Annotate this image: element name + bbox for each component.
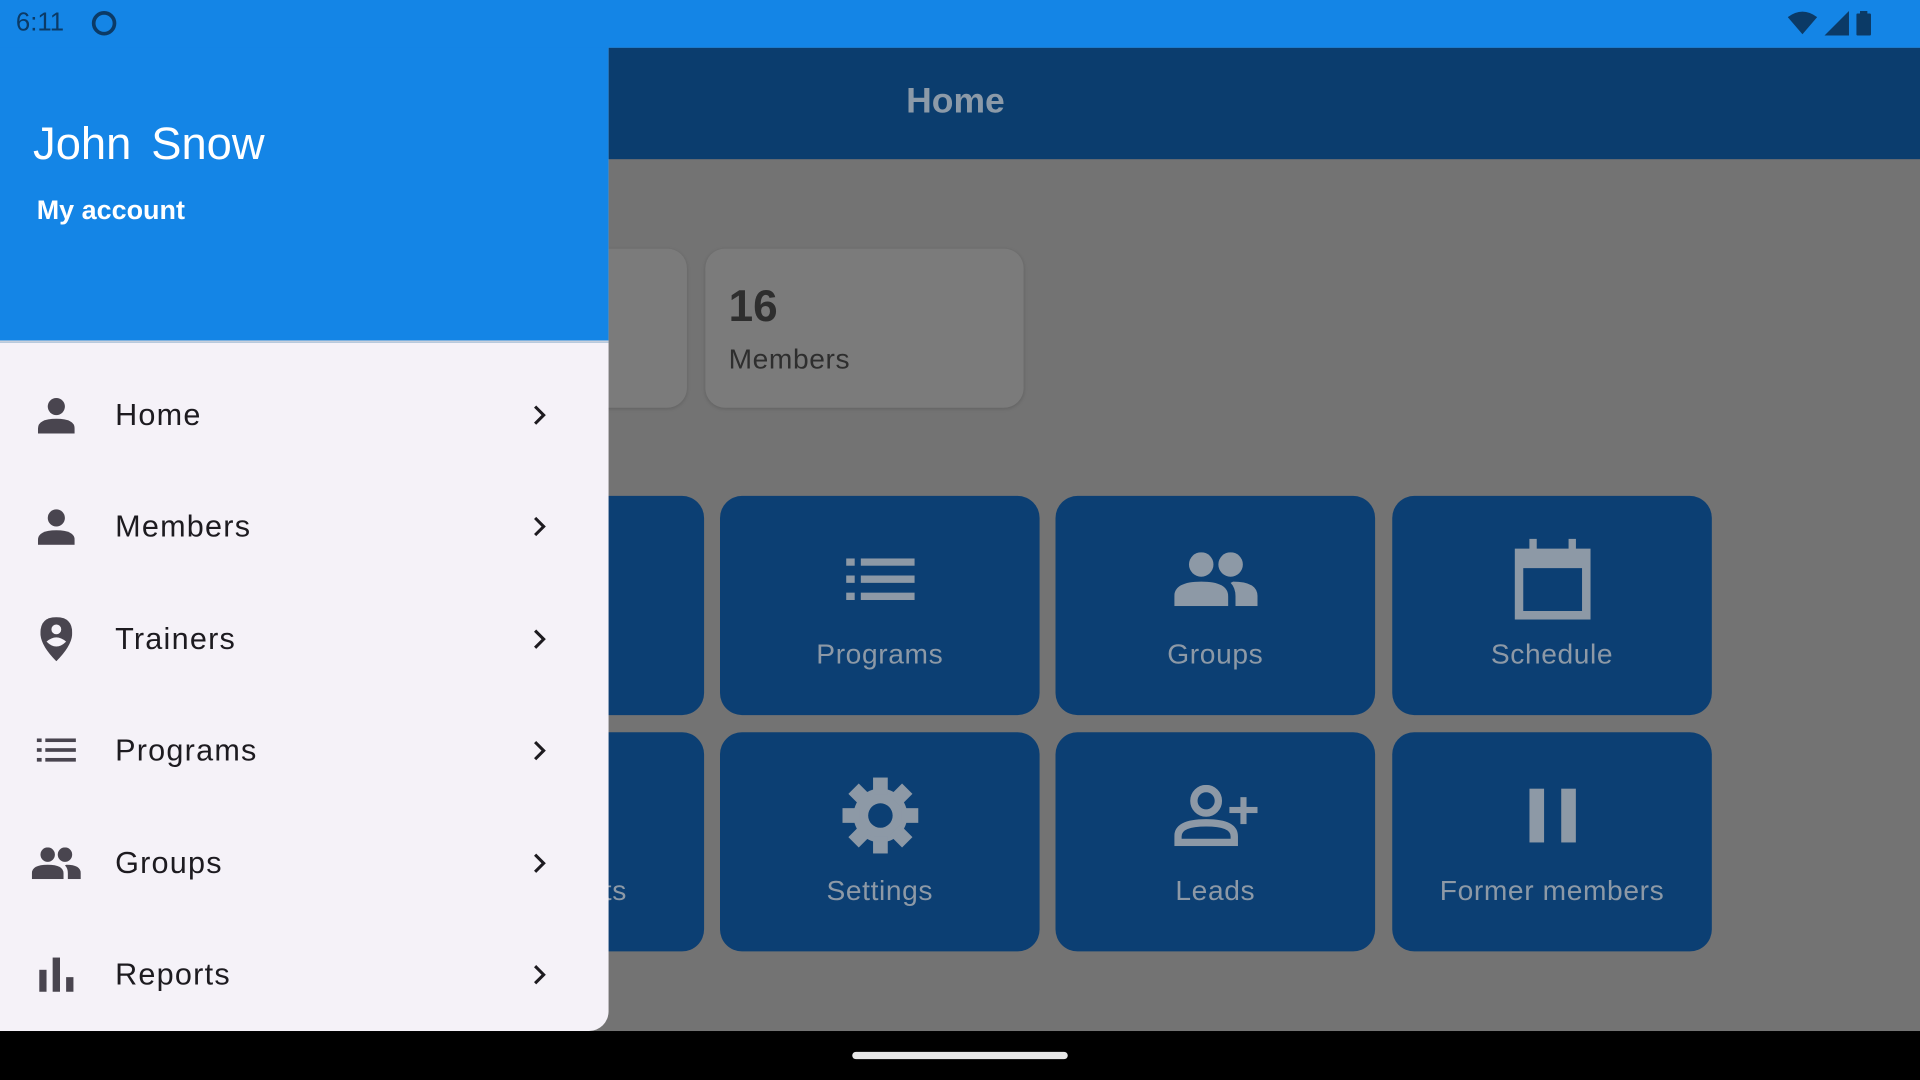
chevron-right-icon (534, 853, 546, 873)
pause-icon (1528, 788, 1576, 843)
gear-icon (841, 777, 918, 854)
wifi-icon (1787, 11, 1818, 35)
stat-card-members[interactable]: 16 Members (705, 248, 1024, 408)
groups-icon (31, 847, 81, 880)
chevron-right-icon (534, 740, 546, 761)
chevron-right-icon (534, 405, 546, 425)
person-icon (37, 397, 75, 434)
stat-value: 16 (728, 280, 778, 331)
tile-label: Leads (1175, 874, 1256, 907)
drawer-item-home[interactable]: Home (0, 360, 609, 470)
person-icon (37, 509, 75, 545)
tile-label: Schedule (1490, 637, 1614, 670)
bar-chart-icon (39, 957, 74, 992)
drawer-item-label: Home (115, 397, 202, 432)
tile-label: Settings (826, 874, 934, 907)
person-pin-icon (40, 617, 73, 662)
drawer-item-label: Groups (115, 845, 223, 880)
drawer-item-programs[interactable]: Programs (0, 696, 609, 806)
tile-groups[interactable]: Groups (1055, 495, 1376, 716)
status-bar: 6:11 (0, 0, 1920, 48)
drawer-item-trainers[interactable]: Trainers (0, 584, 609, 694)
tile-label: Former members (1439, 874, 1665, 907)
status-time: 6:11 (15, 8, 65, 37)
notification-icon (91, 11, 117, 36)
page-title: Home (906, 82, 1005, 122)
user-name: John Snow (33, 118, 265, 169)
drawer-item-label: Trainers (115, 621, 237, 656)
home-gesture-handle[interactable] (852, 1051, 1068, 1060)
list-icon (36, 738, 76, 762)
list-icon (845, 558, 915, 601)
chevron-right-icon (534, 629, 546, 649)
chevron-right-icon (534, 965, 546, 985)
tile-label: Groups (1167, 637, 1264, 670)
system-nav-bar (0, 1031, 1920, 1080)
tile-label: Programs (816, 637, 944, 670)
signal-icon (1824, 11, 1849, 36)
app-bar: Home (608, 47, 1920, 160)
tile-former-members[interactable]: Former members (1392, 732, 1712, 952)
tile-programs[interactable]: Programs (720, 495, 1040, 716)
groups-icon (1173, 552, 1257, 607)
tile-settings[interactable]: Settings (720, 732, 1040, 952)
tile-leads[interactable]: Leads (1055, 732, 1376, 952)
drawer-item-label: Members (115, 508, 252, 544)
person-add-icon (1173, 784, 1257, 847)
drawer-item-reports[interactable]: Reports (0, 920, 609, 1030)
calendar-icon (1514, 538, 1591, 620)
tile-schedule[interactable]: Schedule (1392, 495, 1712, 716)
drawer-header: John Snow My account (0, 0, 609, 343)
drawer-item-label: Reports (115, 956, 231, 992)
stat-label: Members (728, 342, 851, 375)
drawer-item-members[interactable]: Members (0, 471, 609, 581)
screen: 6:11 Home 16 Members Programs Groups Sch… (0, 0, 1920, 1080)
navigation-drawer: John Snow My account Home Members Traine… (0, 0, 609, 1032)
battery-icon (1856, 11, 1872, 36)
chevron-right-icon (534, 516, 546, 537)
drawer-item-label: Programs (115, 732, 258, 768)
drawer-item-groups[interactable]: Groups (0, 808, 609, 918)
my-account-link[interactable]: My account (37, 195, 185, 227)
